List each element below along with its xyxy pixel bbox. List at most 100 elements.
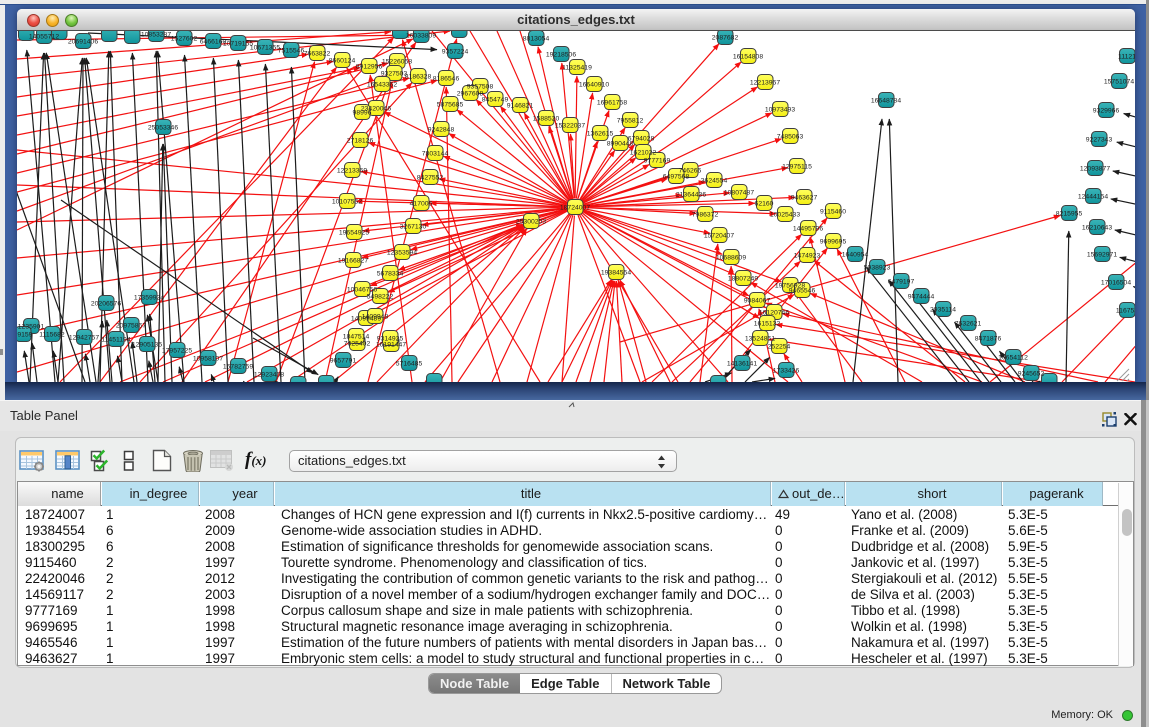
svg-text:25300203: 25300203 [516, 219, 546, 226]
svg-text:14495796: 14495796 [793, 226, 823, 233]
svg-text:12213967: 12213967 [750, 80, 780, 87]
svg-text:1362615: 1362615 [587, 131, 614, 138]
svg-text:10719155: 10719155 [223, 41, 253, 48]
svg-text:10688609: 10688609 [716, 255, 746, 262]
svg-text:6794028: 6794028 [628, 136, 655, 143]
svg-text:11121: 11121 [1118, 54, 1135, 61]
svg-text:9465546: 9465546 [789, 288, 816, 295]
svg-text:8660124: 8660124 [329, 58, 356, 65]
svg-text:10807487: 10807487 [724, 190, 754, 197]
svg-text:1527602: 1527602 [171, 36, 198, 43]
svg-text:19654925: 19654925 [339, 230, 369, 237]
svg-text:17016504: 17016504 [1101, 280, 1131, 287]
svg-text:11451194: 11451194 [101, 337, 130, 344]
svg-text:11325419: 11325419 [562, 65, 592, 72]
svg-text:9242848: 9242848 [428, 127, 455, 134]
svg-text:13524851: 13524851 [745, 336, 775, 343]
svg-text:20206576: 20206576 [91, 301, 121, 308]
svg-text:19218506: 19218506 [546, 52, 576, 59]
svg-text:1640954: 1640954 [842, 252, 869, 259]
svg-text:9146821: 9146821 [507, 103, 534, 110]
svg-text:14136141: 14136141 [727, 361, 757, 368]
svg-text:12353594: 12353594 [387, 250, 417, 257]
svg-text:8471876: 8471876 [975, 336, 1002, 343]
svg-text:8186546: 8186546 [433, 76, 460, 83]
svg-text:7803144: 7803144 [422, 151, 449, 158]
svg-text:17359924: 17359924 [134, 295, 164, 302]
svg-text:9327503: 9327503 [381, 71, 408, 78]
svg-text:16543362: 16543362 [367, 82, 397, 89]
svg-text:5875685: 5875685 [437, 102, 464, 109]
svg-text:2967608: 2967608 [457, 91, 484, 98]
svg-text:1409948: 1409948 [362, 314, 389, 321]
svg-text:18724007: 18724007 [560, 205, 590, 212]
svg-text:5498222: 5498222 [367, 294, 394, 301]
svg-text:7485063: 7485063 [777, 134, 804, 141]
svg-text:9314925: 9314925 [377, 336, 404, 343]
svg-text:9474444: 9474444 [908, 294, 935, 301]
svg-text:8186328: 8186328 [405, 74, 432, 81]
svg-text:16033809: 16033809 [406, 33, 436, 40]
svg-text:3624554: 3624554 [701, 178, 728, 185]
svg-text:8912956: 8912956 [356, 64, 383, 71]
svg-text:16648784: 16648784 [871, 98, 901, 105]
svg-text:10107552: 10107552 [332, 199, 362, 206]
svg-text:10973493: 10973493 [765, 107, 795, 114]
svg-text:1588520: 1588520 [533, 116, 560, 123]
svg-text:9699695: 9699695 [820, 239, 847, 246]
svg-text:9657791: 9657791 [330, 358, 357, 365]
svg-text:7955812: 7955812 [617, 118, 644, 125]
svg-text:16961758: 16961758 [597, 100, 627, 107]
svg-text:15751074: 15751074 [1104, 79, 1134, 86]
svg-text:12942757: 12942757 [69, 335, 99, 342]
svg-text:1733426: 1733426 [773, 368, 800, 375]
svg-text:1615132: 1615132 [754, 321, 781, 328]
svg-text:9357224: 9357224 [442, 49, 469, 56]
svg-text:16120746: 16120746 [759, 310, 789, 317]
svg-text:5938923: 5938923 [864, 265, 891, 272]
svg-text:7663822: 7663822 [304, 51, 331, 58]
svg-text:98996: 98996 [353, 110, 372, 117]
svg-text:9357508: 9357508 [467, 84, 494, 91]
svg-text:16154808: 16154808 [733, 54, 763, 61]
svg-text:19384554: 19384554 [601, 270, 631, 277]
svg-text:1115682: 1115682 [39, 332, 65, 339]
svg-text:15692971: 15692971 [1087, 252, 1117, 259]
svg-text:10654112: 10654112 [998, 355, 1028, 362]
svg-text:62160: 62160 [755, 201, 774, 208]
svg-text:12923468: 12923468 [254, 372, 284, 379]
svg-text:2087682: 2087682 [712, 35, 739, 42]
svg-text:16782759: 16782759 [223, 364, 253, 371]
svg-text:14055712: 14055712 [29, 34, 59, 41]
svg-text:8454749: 8454749 [482, 97, 509, 104]
svg-text:2718126: 2718126 [347, 138, 374, 145]
svg-text:252254: 252254 [768, 344, 791, 351]
svg-text:9463627: 9463627 [791, 195, 818, 202]
svg-text:10853287: 10853287 [141, 32, 171, 39]
svg-text:12975115: 12975115 [782, 164, 812, 171]
svg-text:7986372: 7986372 [692, 212, 719, 219]
svg-text:417006: 417006 [410, 201, 433, 208]
svg-text:6497568: 6497568 [663, 174, 690, 181]
svg-text:15226058: 15226058 [382, 59, 412, 66]
svg-text:15322037: 15322037 [555, 123, 585, 130]
svg-text:20975867: 20975867 [116, 323, 146, 330]
svg-text:116753: 116753 [1116, 308, 1135, 315]
svg-text:9084067: 9084067 [744, 298, 771, 305]
svg-text:39159: 39159 [17, 332, 33, 339]
svg-text:1235901: 1235901 [18, 324, 45, 331]
svg-text:5678334: 5678334 [377, 271, 404, 278]
svg-text:9227343: 9227343 [1086, 137, 1113, 144]
svg-text:12213369: 12213369 [337, 168, 367, 175]
svg-text:8215955: 8215955 [1056, 211, 1083, 218]
svg-text:8427552: 8427552 [417, 175, 444, 182]
svg-text:1847514: 1847514 [343, 334, 370, 341]
svg-text:16191447: 16191447 [376, 342, 406, 349]
svg-text:12444154: 12444154 [1078, 194, 1108, 201]
svg-text:9245652: 9245652 [1018, 371, 1045, 378]
svg-text:2935114: 2935114 [930, 307, 956, 314]
svg-text:9115460: 9115460 [820, 209, 846, 216]
svg-text:5716485: 5716485 [396, 361, 423, 368]
svg-text:7632621: 7632621 [955, 321, 982, 328]
svg-text:21364436: 21364436 [676, 192, 706, 199]
